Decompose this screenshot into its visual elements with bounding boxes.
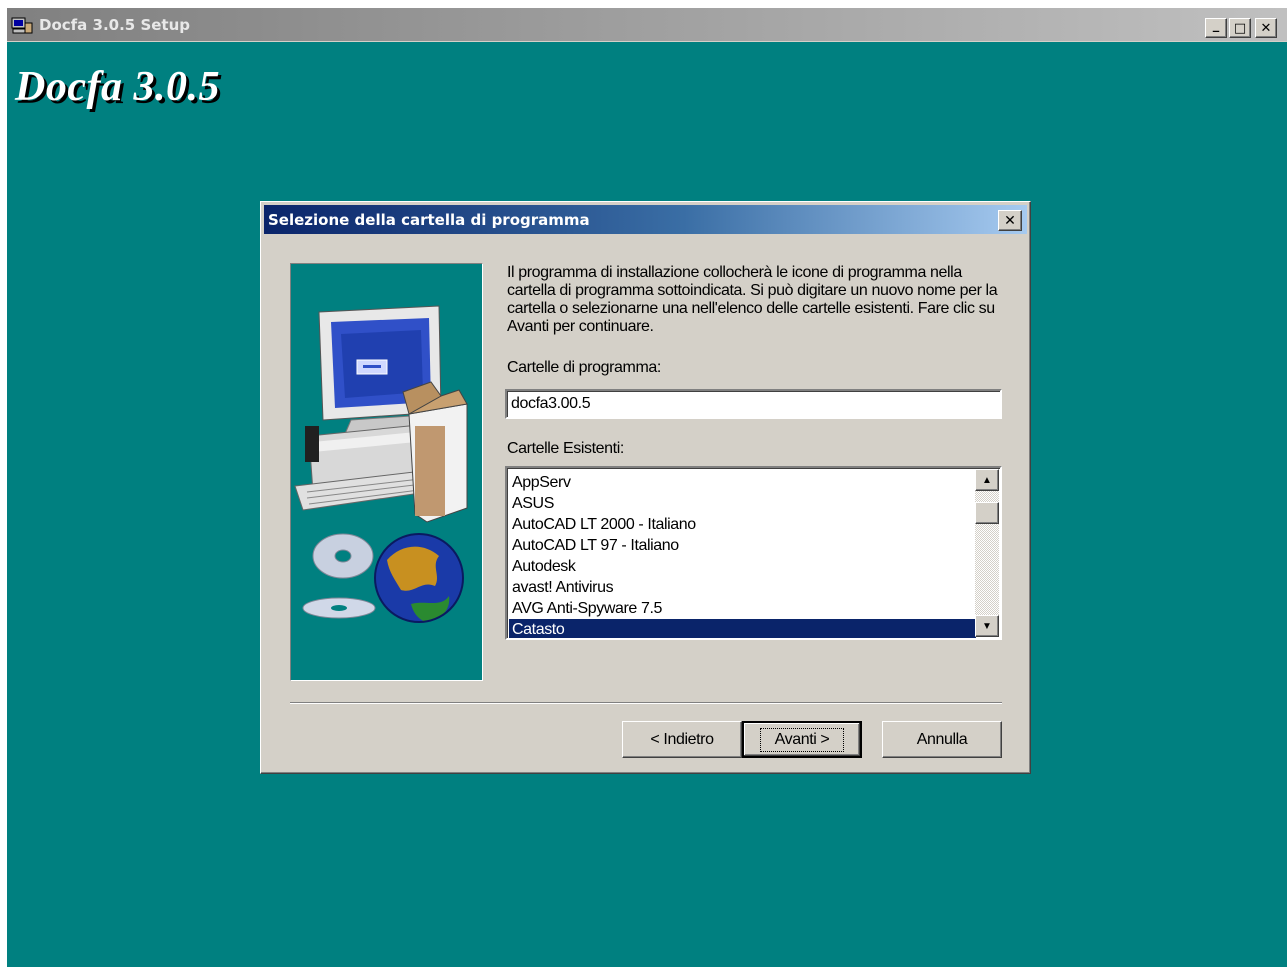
minimize-icon: _ [1212,17,1220,33]
arrow-up-icon: ▲ [982,474,992,486]
program-folder-input[interactable] [505,389,1002,419]
next-button-label: Avanti > [759,727,845,752]
folder-list-item[interactable]: AutoCAD LT 97 - Italiano [509,535,976,556]
folder-list-item[interactable]: Autodesk [509,556,976,577]
folder-list-item[interactable]: AutoCAD LT 2000 - Italiano [509,514,976,535]
setup-illustration [290,263,483,681]
minimize-button[interactable]: _ [1205,18,1227,38]
maximize-button[interactable]: □ [1229,18,1251,38]
close-icon: ✕ [1004,212,1016,229]
instructions-text: Il programma di installazione collocherà… [507,264,998,335]
existing-folders-items: AppServ ASUS AutoCAD LT 2000 - Italiano Aut… [509,472,976,638]
computer-globe-illustration [294,305,468,623]
folder-list-item[interactable]: avast! Antivirus [509,577,976,598]
dialog-close-button[interactable]: ✕ [998,210,1022,231]
maximize-icon: □ [1233,20,1247,36]
setup-window-title: Docfa 3.0.5 Setup [39,16,191,34]
existing-folders-list[interactable]: AppServ ASUS AutoCAD LT 2000 - Italiano Aut… [505,466,1002,640]
next-button[interactable]: Avanti > [742,721,862,758]
folder-list-item[interactable]: ASUS [509,493,976,514]
window-close-button[interactable]: ✕ [1255,18,1277,38]
button-separator [290,702,1002,704]
select-program-folder-dialog: Selezione della cartella di programma ✕ [260,201,1031,774]
folder-list-item[interactable]: Catasto [509,619,976,638]
back-button[interactable]: < Indietro [622,721,742,758]
setup-app-icon [11,17,33,34]
existing-folders-label: Cartelle Esistenti: [507,440,624,457]
scroll-up-button[interactable]: ▲ [975,469,999,491]
program-folder-label: Cartelle di programma: [507,359,661,376]
close-icon: ✕ [1260,20,1272,36]
cancel-button[interactable]: Annulla [882,721,1002,758]
scroll-thumb[interactable] [975,502,999,524]
product-heading: Docfa 3.0.5 [15,64,220,110]
scroll-down-button[interactable]: ▼ [975,615,999,637]
setup-titlebar[interactable]: Docfa 3.0.5 Setup _ □ ✕ [7,8,1287,42]
folder-list-item[interactable]: AVG Anti-Spyware 7.5 [509,598,976,619]
dialog-title: Selezione della cartella di programma [268,211,590,229]
folder-list-item[interactable]: AppServ [509,472,976,493]
list-scrollbar[interactable]: ▲ ▼ [975,469,999,637]
arrow-down-icon: ▼ [982,620,992,632]
dialog-titlebar[interactable]: Selezione della cartella di programma ✕ [264,205,1027,234]
